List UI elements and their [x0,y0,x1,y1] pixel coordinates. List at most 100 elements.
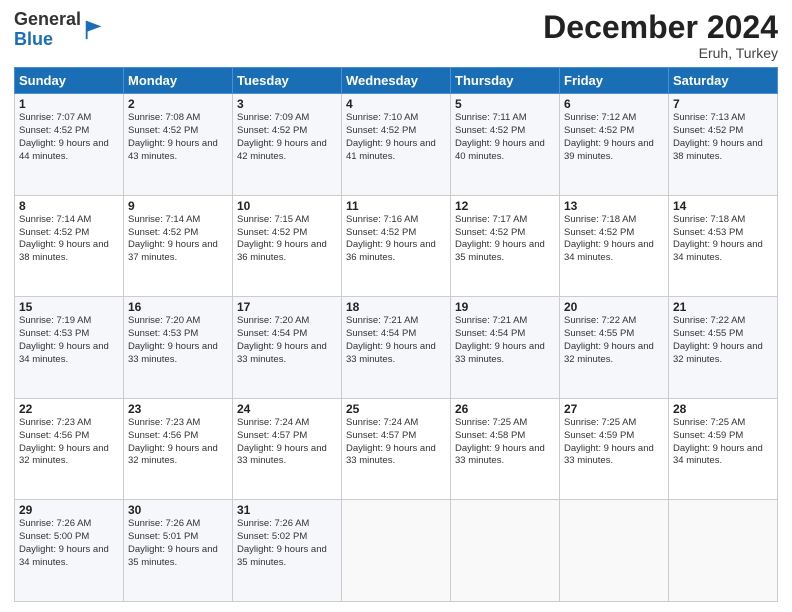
day-info: Sunrise: 7:17 AM Sunset: 4:52 PM Dayligh… [455,214,555,265]
calendar-cell: 19Sunrise: 7:21 AM Sunset: 4:54 PM Dayli… [451,297,560,399]
day-number: 10 [237,199,337,213]
day-number: 30 [128,503,228,517]
day-info: Sunrise: 7:12 AM Sunset: 4:52 PM Dayligh… [564,112,664,163]
col-header-sunday: Sunday [15,68,124,94]
calendar-cell: 6Sunrise: 7:12 AM Sunset: 4:52 PM Daylig… [560,94,669,196]
day-number: 16 [128,300,228,314]
day-info: Sunrise: 7:15 AM Sunset: 4:52 PM Dayligh… [237,214,337,265]
day-number: 7 [673,97,773,111]
day-number: 22 [19,402,119,416]
calendar-cell: 3Sunrise: 7:09 AM Sunset: 4:52 PM Daylig… [233,94,342,196]
calendar-cell [669,500,778,602]
day-number: 26 [455,402,555,416]
calendar-cell: 1Sunrise: 7:07 AM Sunset: 4:52 PM Daylig… [15,94,124,196]
day-info: Sunrise: 7:23 AM Sunset: 4:56 PM Dayligh… [128,417,228,468]
day-info: Sunrise: 7:16 AM Sunset: 4:52 PM Dayligh… [346,214,446,265]
calendar-cell: 25Sunrise: 7:24 AM Sunset: 4:57 PM Dayli… [342,398,451,500]
calendar-cell: 31Sunrise: 7:26 AM Sunset: 5:02 PM Dayli… [233,500,342,602]
day-info: Sunrise: 7:25 AM Sunset: 4:59 PM Dayligh… [564,417,664,468]
day-info: Sunrise: 7:07 AM Sunset: 4:52 PM Dayligh… [19,112,119,163]
day-number: 13 [564,199,664,213]
day-info: Sunrise: 7:22 AM Sunset: 4:55 PM Dayligh… [564,315,664,366]
day-info: Sunrise: 7:10 AM Sunset: 4:52 PM Dayligh… [346,112,446,163]
calendar-cell: 13Sunrise: 7:18 AM Sunset: 4:52 PM Dayli… [560,195,669,297]
day-number: 25 [346,402,446,416]
logo-flag-icon [83,19,105,41]
day-info: Sunrise: 7:23 AM Sunset: 4:56 PM Dayligh… [19,417,119,468]
day-info: Sunrise: 7:26 AM Sunset: 5:00 PM Dayligh… [19,518,119,569]
day-number: 29 [19,503,119,517]
calendar-cell: 27Sunrise: 7:25 AM Sunset: 4:59 PM Dayli… [560,398,669,500]
page: General Blue December 2024 Eruh, Turkey … [0,0,792,612]
day-info: Sunrise: 7:18 AM Sunset: 4:53 PM Dayligh… [673,214,773,265]
calendar-cell: 23Sunrise: 7:23 AM Sunset: 4:56 PM Dayli… [124,398,233,500]
day-number: 1 [19,97,119,111]
logo-general: General Blue [14,9,81,49]
header: General Blue December 2024 Eruh, Turkey [14,10,778,61]
calendar-cell: 2Sunrise: 7:08 AM Sunset: 4:52 PM Daylig… [124,94,233,196]
day-info: Sunrise: 7:20 AM Sunset: 4:53 PM Dayligh… [128,315,228,366]
calendar-cell: 5Sunrise: 7:11 AM Sunset: 4:52 PM Daylig… [451,94,560,196]
calendar-cell: 9Sunrise: 7:14 AM Sunset: 4:52 PM Daylig… [124,195,233,297]
day-number: 14 [673,199,773,213]
day-number: 15 [19,300,119,314]
calendar-cell: 22Sunrise: 7:23 AM Sunset: 4:56 PM Dayli… [15,398,124,500]
day-number: 21 [673,300,773,314]
title-area: December 2024 Eruh, Turkey [543,10,778,61]
calendar-table: SundayMondayTuesdayWednesdayThursdayFrid… [14,67,778,602]
day-info: Sunrise: 7:21 AM Sunset: 4:54 PM Dayligh… [346,315,446,366]
col-header-tuesday: Tuesday [233,68,342,94]
day-number: 12 [455,199,555,213]
calendar-cell: 29Sunrise: 7:26 AM Sunset: 5:00 PM Dayli… [15,500,124,602]
day-info: Sunrise: 7:24 AM Sunset: 4:57 PM Dayligh… [346,417,446,468]
day-number: 8 [19,199,119,213]
day-number: 24 [237,402,337,416]
logo: General Blue [14,10,105,50]
day-info: Sunrise: 7:25 AM Sunset: 4:58 PM Dayligh… [455,417,555,468]
day-number: 3 [237,97,337,111]
calendar-cell: 18Sunrise: 7:21 AM Sunset: 4:54 PM Dayli… [342,297,451,399]
col-header-friday: Friday [560,68,669,94]
calendar-cell: 28Sunrise: 7:25 AM Sunset: 4:59 PM Dayli… [669,398,778,500]
calendar-cell: 30Sunrise: 7:26 AM Sunset: 5:01 PM Dayli… [124,500,233,602]
calendar-cell: 12Sunrise: 7:17 AM Sunset: 4:52 PM Dayli… [451,195,560,297]
day-number: 6 [564,97,664,111]
day-number: 20 [564,300,664,314]
calendar-cell: 14Sunrise: 7:18 AM Sunset: 4:53 PM Dayli… [669,195,778,297]
day-number: 5 [455,97,555,111]
day-info: Sunrise: 7:26 AM Sunset: 5:01 PM Dayligh… [128,518,228,569]
day-info: Sunrise: 7:20 AM Sunset: 4:54 PM Dayligh… [237,315,337,366]
day-info: Sunrise: 7:26 AM Sunset: 5:02 PM Dayligh… [237,518,337,569]
col-header-monday: Monday [124,68,233,94]
day-number: 4 [346,97,446,111]
day-info: Sunrise: 7:18 AM Sunset: 4:52 PM Dayligh… [564,214,664,265]
calendar-cell: 26Sunrise: 7:25 AM Sunset: 4:58 PM Dayli… [451,398,560,500]
calendar-cell: 24Sunrise: 7:24 AM Sunset: 4:57 PM Dayli… [233,398,342,500]
calendar-cell: 11Sunrise: 7:16 AM Sunset: 4:52 PM Dayli… [342,195,451,297]
day-info: Sunrise: 7:11 AM Sunset: 4:52 PM Dayligh… [455,112,555,163]
calendar-cell: 20Sunrise: 7:22 AM Sunset: 4:55 PM Dayli… [560,297,669,399]
day-number: 19 [455,300,555,314]
col-header-wednesday: Wednesday [342,68,451,94]
calendar-cell: 17Sunrise: 7:20 AM Sunset: 4:54 PM Dayli… [233,297,342,399]
calendar-cell: 21Sunrise: 7:22 AM Sunset: 4:55 PM Dayli… [669,297,778,399]
logo-text-block: General Blue [14,10,81,50]
day-number: 2 [128,97,228,111]
calendar-cell: 16Sunrise: 7:20 AM Sunset: 4:53 PM Dayli… [124,297,233,399]
day-info: Sunrise: 7:14 AM Sunset: 4:52 PM Dayligh… [128,214,228,265]
day-info: Sunrise: 7:21 AM Sunset: 4:54 PM Dayligh… [455,315,555,366]
month-title: December 2024 [543,10,778,45]
day-info: Sunrise: 7:09 AM Sunset: 4:52 PM Dayligh… [237,112,337,163]
day-number: 23 [128,402,228,416]
day-info: Sunrise: 7:19 AM Sunset: 4:53 PM Dayligh… [19,315,119,366]
calendar-cell: 10Sunrise: 7:15 AM Sunset: 4:52 PM Dayli… [233,195,342,297]
calendar-cell: 7Sunrise: 7:13 AM Sunset: 4:52 PM Daylig… [669,94,778,196]
day-info: Sunrise: 7:14 AM Sunset: 4:52 PM Dayligh… [19,214,119,265]
calendar-cell [560,500,669,602]
calendar-cell: 4Sunrise: 7:10 AM Sunset: 4:52 PM Daylig… [342,94,451,196]
calendar-cell [342,500,451,602]
day-number: 9 [128,199,228,213]
col-header-thursday: Thursday [451,68,560,94]
day-info: Sunrise: 7:13 AM Sunset: 4:52 PM Dayligh… [673,112,773,163]
day-info: Sunrise: 7:08 AM Sunset: 4:52 PM Dayligh… [128,112,228,163]
